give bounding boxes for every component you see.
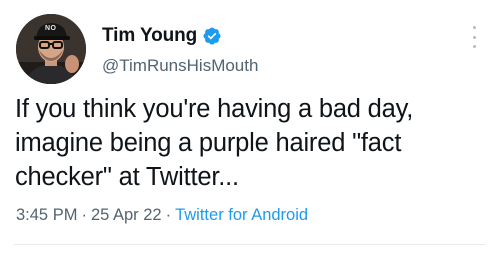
more-dot — [472, 45, 476, 48]
author-handle[interactable]: @TimRunsHisMouth — [102, 56, 258, 76]
tweet-date[interactable]: 25 Apr 22 — [91, 206, 162, 224]
tweet-meta: 3:45 PM · 25 Apr 22 · Twitter for Android — [16, 206, 308, 225]
meta-separator: · — [165, 206, 172, 224]
tweet-time[interactable]: 3:45 PM — [16, 206, 77, 224]
avatar[interactable]: NO — [16, 14, 86, 84]
author-display-name[interactable]: Tim Young — [102, 25, 197, 47]
tweet-text: If you think you're having a bad day, im… — [15, 95, 414, 191]
more-options-icon[interactable] — [470, 26, 478, 48]
meta-separator: · — [81, 206, 87, 224]
verified-badge-icon — [203, 27, 221, 45]
more-dot — [472, 35, 476, 39]
more-dot — [472, 26, 476, 29]
avatar-cap-text: NO — [45, 25, 57, 32]
tweet-card: NO Tim Young @TimRunsHisMouth If you thi… — [0, 0, 500, 253]
author-name-row: Tim Young — [102, 24, 222, 48]
tweet-source-link[interactable]: Twitter for Android — [175, 206, 308, 224]
divider — [14, 244, 486, 245]
